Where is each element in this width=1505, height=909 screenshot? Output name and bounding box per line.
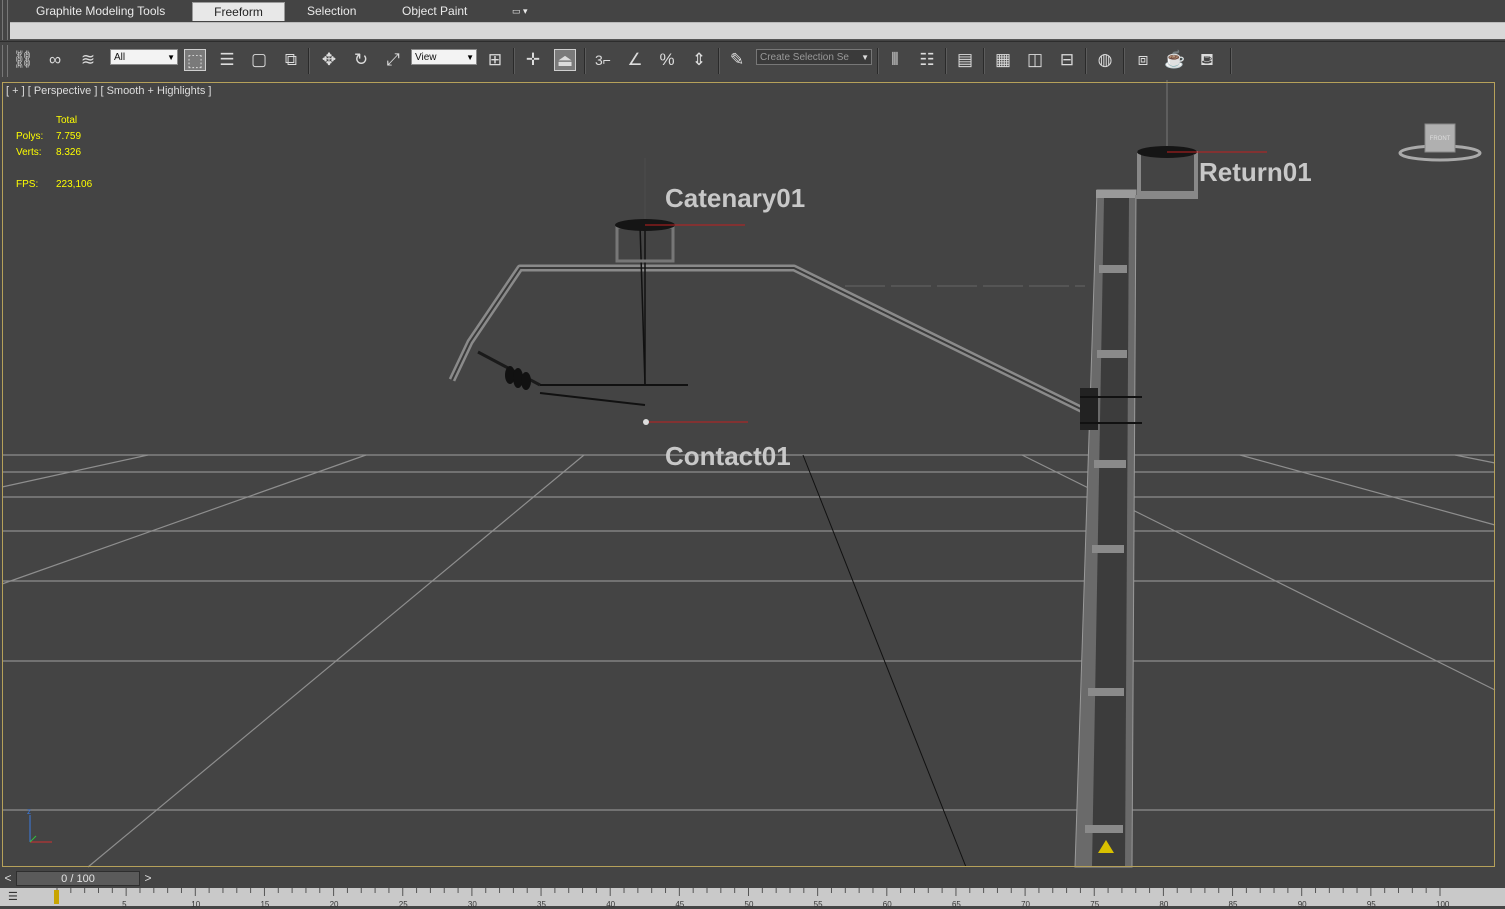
select-object-icon[interactable]: ⬚ — [184, 49, 206, 71]
ribbon-grip[interactable] — [2, 0, 8, 40]
viewport-label-menu[interactable]: [ + ] [ Perspective ] [ Smooth + Highlig… — [6, 85, 211, 97]
toolbar-separator — [1085, 48, 1087, 74]
object-label-catenary[interactable]: Catenary01 — [665, 183, 805, 214]
track-tick-label: 25 — [398, 900, 408, 909]
time-next-button[interactable]: > — [141, 871, 155, 886]
ribbon-tab-bar: Graphite Modeling Tools Freeform Selecti… — [0, 0, 1505, 22]
toolbar-separator — [513, 48, 515, 74]
ribbon-panel-strip — [10, 22, 1505, 40]
track-tick-label: 65 — [951, 900, 961, 909]
rect-selection-icon[interactable]: ▢ — [248, 49, 270, 71]
manipulate-icon[interactable]: ⏏ — [554, 49, 576, 71]
percent-snap-icon[interactable]: % — [656, 49, 678, 71]
track-tick-label: 100 — [1436, 900, 1450, 909]
toolbar-separator — [308, 48, 310, 74]
track-tick-label: 60 — [882, 900, 892, 909]
fps-label: FPS: — [16, 179, 39, 190]
time-prev-button[interactable]: < — [1, 871, 15, 886]
polys-label: Polys: — [16, 131, 44, 142]
toolbar-grip[interactable] — [2, 45, 8, 77]
tab-selection[interactable]: Selection — [307, 2, 356, 20]
track-tick-label: 5 — [122, 900, 127, 909]
time-slider-thumb[interactable]: 0 / 100 — [16, 871, 140, 886]
align-icon[interactable]: ☷ — [916, 49, 938, 71]
snaps-toggle-icon[interactable]: 3⌐ — [592, 49, 614, 71]
schematic-view-icon[interactable]: ⊟ — [1056, 49, 1078, 71]
link-icon[interactable]: ⛓ — [12, 49, 34, 71]
layer-explorer-icon[interactable]: ▤ — [954, 49, 976, 71]
toolbar-separator — [877, 48, 879, 74]
track-tick-label: 80 — [1159, 900, 1169, 909]
toolbar-separator — [584, 48, 586, 74]
selection-filter-dropdown[interactable]: All ▼ — [110, 49, 178, 65]
move-icon[interactable]: ✥ — [318, 49, 340, 71]
scene-explorer-icon[interactable]: ▦ — [992, 49, 1014, 71]
toolbar-separator — [983, 48, 985, 74]
select-by-name-icon[interactable]: ☰ — [216, 49, 238, 71]
verts-value: 8.326 — [56, 147, 82, 158]
curve-editor-icon[interactable]: ◫ — [1024, 49, 1046, 71]
track-tick-label: 40 — [606, 900, 616, 909]
named-selection-dropdown[interactable]: Create Selection Se ▼ — [756, 49, 872, 65]
track-tick-label: 95 — [1366, 900, 1376, 909]
object-label-contact[interactable]: Contact01 — [665, 441, 791, 472]
time-slider-bar: < 0 / 100 > — [0, 870, 1505, 888]
toolbar-separator — [1230, 48, 1232, 74]
viewcube-face-label: FRONT — [1430, 136, 1451, 142]
tab-object-paint[interactable]: Object Paint — [402, 2, 467, 20]
track-bar[interactable]: ☰ 5 10 15 20 25 30 35 40 45 50 55 60 65 70 75 80 85 90 95 1… — [0, 888, 1505, 909]
tab-graphite-modeling-tools[interactable]: Graphite Modeling Tools — [36, 2, 165, 20]
stats-header: Total — [56, 115, 78, 126]
verts-label: Verts: — [16, 147, 42, 158]
track-tick-label: 30 — [467, 900, 477, 909]
scale-icon[interactable]: ⤢ — [382, 49, 404, 71]
track-tick-label: 15 — [260, 900, 270, 909]
object-label-return[interactable]: Return01 — [1199, 157, 1312, 188]
toolbar-separator — [1123, 48, 1125, 74]
track-tick-label: 20 — [329, 900, 339, 909]
track-tick-label: 90 — [1297, 900, 1307, 909]
track-tick-label: 85 — [1228, 900, 1238, 909]
track-tick-label: 75 — [1090, 900, 1100, 909]
fps-value: 223,106 — [56, 179, 93, 190]
render-setup-icon[interactable]: ⧈ — [1132, 49, 1154, 71]
window-crossing-icon[interactable]: ⧉ — [280, 49, 302, 71]
toolbar-separator — [945, 48, 947, 74]
select-manipulate-icon[interactable]: ✛ — [522, 49, 544, 71]
main-toolbar: ⛓ ∞ ≋ All ▼ ⬚ ☰ ▢ ⧉ ✥ ↻ ⤢ View ▼ ⊞ ✛ ⏏ 3⌐ … — [0, 41, 1505, 81]
window-toggle-icon[interactable]: ▭ ▾ — [512, 2, 528, 20]
track-tick-label: 50 — [744, 900, 754, 909]
mirror-icon[interactable]: ⫴ — [884, 49, 906, 71]
ref-coord-dropdown[interactable]: View ▼ — [411, 49, 477, 65]
track-tick-label: 35 — [537, 900, 546, 909]
tab-freeform[interactable]: Freeform — [192, 2, 285, 21]
track-tick-label: 70 — [1021, 900, 1030, 909]
rotate-icon[interactable]: ↻ — [350, 49, 372, 71]
viewcube-icon[interactable]: FRONT — [1398, 120, 1482, 164]
track-tick-label: 10 — [191, 900, 201, 909]
render-icon[interactable]: ⛾ — [1196, 49, 1218, 71]
polys-value: 7.759 — [56, 131, 82, 142]
track-tick-label: 45 — [675, 900, 685, 909]
edit-named-sets-icon[interactable]: ✎ — [726, 49, 748, 71]
material-editor-icon[interactable]: ◍ — [1094, 49, 1116, 71]
pivot-icon[interactable]: ⊞ — [484, 49, 506, 71]
unlink-icon[interactable]: ∞ — [44, 49, 66, 71]
toolbar-separator — [718, 48, 720, 74]
rendered-frame-icon[interactable]: ☕ — [1164, 49, 1186, 71]
track-tick-label: 55 — [813, 900, 823, 909]
perspective-viewport[interactable]: z [ + ] [ Perspective ] [ Smooth + Highl… — [0, 80, 1505, 870]
spinner-snap-icon[interactable]: ⇕ — [688, 49, 710, 71]
bind-space-warp-icon[interactable]: ≋ — [77, 49, 99, 71]
angle-snap-icon[interactable]: ∠ — [624, 49, 646, 71]
